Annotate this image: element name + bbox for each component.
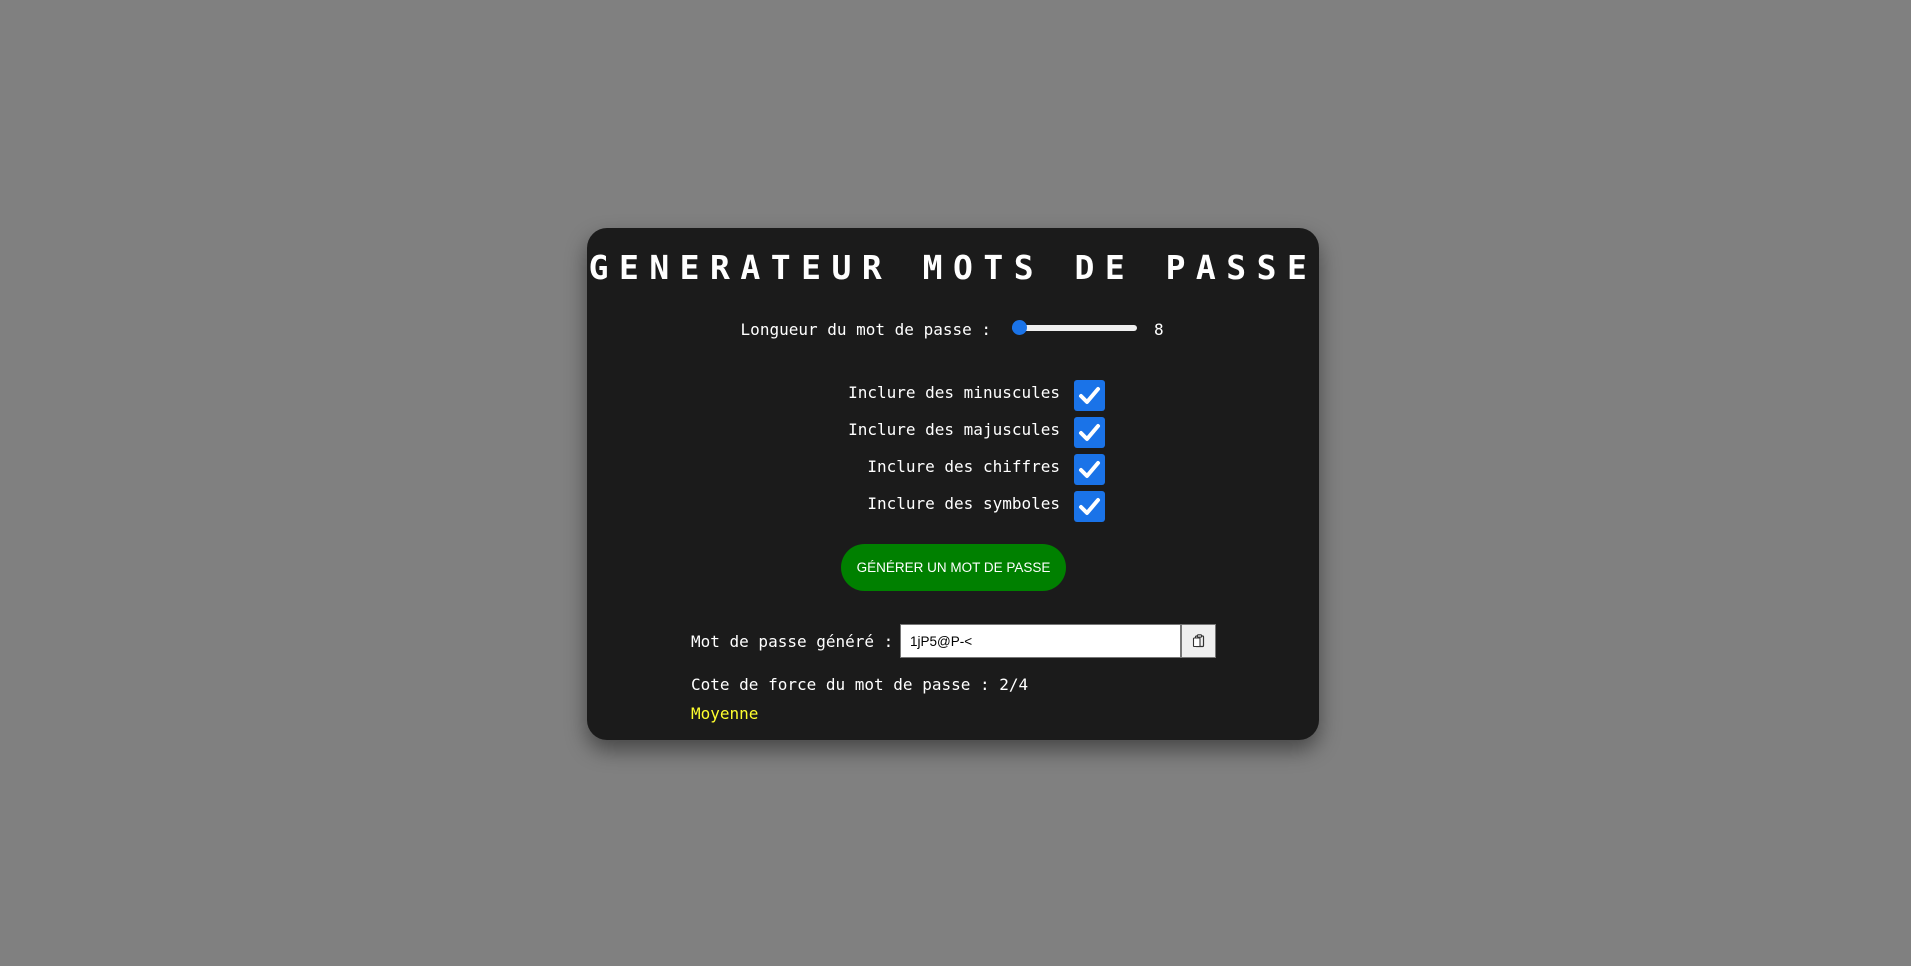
checkbox-digits[interactable] xyxy=(1074,454,1105,485)
strength-level-text: Moyenne xyxy=(691,704,759,723)
option-lowercase: Inclure des minuscules xyxy=(587,380,1319,411)
checkmark-icon xyxy=(1079,498,1100,515)
checkmark-icon xyxy=(1079,424,1100,441)
checkbox-uppercase[interactable] xyxy=(1074,417,1105,448)
clipboard-icon xyxy=(1192,634,1204,648)
generated-password-label: Mot de passe généré : xyxy=(691,632,894,651)
option-label-symbols: Inclure des symboles xyxy=(867,494,1060,513)
length-value: 8 xyxy=(1154,320,1164,339)
option-label-lowercase: Inclure des minuscules xyxy=(848,383,1060,402)
generated-password-field[interactable] xyxy=(900,624,1181,658)
checkbox-lowercase[interactable] xyxy=(1074,380,1105,411)
length-slider-thumb[interactable] xyxy=(1012,320,1027,335)
length-slider[interactable] xyxy=(1012,325,1137,331)
length-label: Longueur du mot de passe : xyxy=(740,320,991,339)
option-uppercase: Inclure des majuscules xyxy=(587,417,1319,448)
option-symbols: Inclure des symboles xyxy=(587,491,1319,522)
option-digits: Inclure des chiffres xyxy=(587,454,1319,485)
option-label-uppercase: Inclure des majuscules xyxy=(848,420,1060,439)
password-generator-card: GENERATEUR MOTS DE PASSE Longueur du mot… xyxy=(587,228,1319,740)
generate-password-button[interactable]: GÉNÉRER UN MOT DE PASSE xyxy=(841,544,1066,591)
page-title: GENERATEUR MOTS DE PASSE xyxy=(588,248,1318,287)
copy-button[interactable] xyxy=(1181,624,1216,658)
option-label-digits: Inclure des chiffres xyxy=(867,457,1060,476)
strength-score-label: Cote de force du mot de passe : 2/4 xyxy=(691,675,1029,694)
checkbox-symbols[interactable] xyxy=(1074,491,1105,522)
checkmark-icon xyxy=(1079,387,1100,404)
checkmark-icon xyxy=(1079,461,1100,478)
